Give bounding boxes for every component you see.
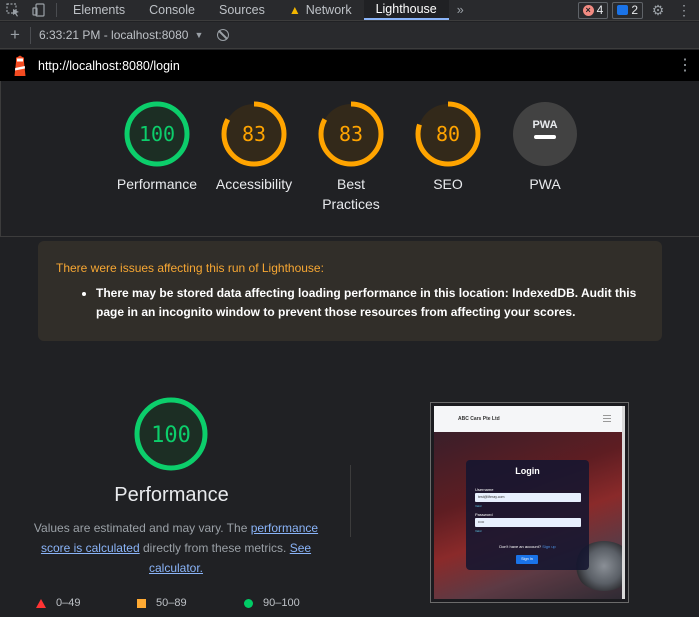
section-divider <box>350 465 351 537</box>
lighthouse-toolbar: + 6:33:21 PM - localhost:8080 ▼ <box>0 22 699 49</box>
message-icon <box>617 5 629 15</box>
pwa-badge-icon: PWA <box>513 102 577 166</box>
error-count: 4 <box>596 3 604 17</box>
tab-lighthouse[interactable]: Lighthouse <box>363 0 449 20</box>
lighthouse-logo-icon <box>10 55 30 77</box>
score-gauges-row: 100 Performance 83 Accessibility 83 Best… <box>0 81 699 237</box>
orange-square-icon <box>137 598 146 608</box>
gauge-label: Performance <box>116 176 198 192</box>
clear-reports-icon[interactable] <box>217 29 230 41</box>
more-tabs-chevron-icon[interactable]: » <box>449 0 472 20</box>
screenshot-password-input: ••••• <box>475 518 581 527</box>
tab-elements[interactable]: Elements <box>61 0 137 20</box>
error-icon: × <box>582 4 594 16</box>
report-selector-label: 6:33:21 PM - localhost:8080 <box>39 28 189 42</box>
tab-network[interactable]: ▲ Network <box>277 0 364 20</box>
message-count-badge[interactable]: 2 <box>612 1 643 19</box>
score-ring: 83 <box>221 101 287 167</box>
hamburger-icon <box>603 415 611 422</box>
green-circle-icon <box>244 598 253 608</box>
screenshot-username-input: test@liferay.com <box>475 493 581 502</box>
report-url-bar: http://localhost:8080/login ⋮ <box>0 50 699 81</box>
score-value: 83 <box>242 122 266 146</box>
run-warnings-box: There were issues affecting this run of … <box>38 241 662 341</box>
device-toolbar-icon[interactable] <box>26 0 52 20</box>
report-selector[interactable]: 6:33:21 PM - localhost:8080 ▼ <box>30 26 204 44</box>
gauge-accessibility[interactable]: 83 Accessibility <box>204 101 304 194</box>
score-value: 100 <box>139 122 175 146</box>
tab-label: Network <box>305 3 352 17</box>
score-ring: 100 <box>134 397 208 471</box>
score-ring: 80 <box>415 101 481 167</box>
screenshot-signup-prompt: Don't have an account? Sign up <box>466 544 589 549</box>
report-menu-icon[interactable]: ⋮ <box>677 57 693 73</box>
tab-label: Lighthouse <box>375 2 437 16</box>
devtools-tabbar: Elements Console Sources ▲ Network Lighth… <box>0 0 699 21</box>
screenshot-brand: ABC Cars Pte Ltd <box>458 416 500 422</box>
legend-average: 50–89 <box>137 597 187 609</box>
gear-icon[interactable]: ⚙ <box>647 2 669 19</box>
score-ring: 83 <box>318 101 384 167</box>
warning-list: There may be stored data affecting loadi… <box>56 284 644 322</box>
inspect-element-icon[interactable] <box>0 0 26 20</box>
warning-title: There were issues affecting this run of … <box>56 261 324 275</box>
tab-label: Sources <box>218 3 265 17</box>
dropdown-arrow-icon: ▼ <box>194 30 204 40</box>
legend-range: 90–100 <box>263 597 300 609</box>
gauge-label: SEO <box>433 176 463 192</box>
tab-console[interactable]: Console <box>137 0 207 20</box>
screenshot-username-help: Valid <box>475 504 482 508</box>
desc-text: Values are estimated and may vary. The <box>33 521 251 535</box>
toolbar-divider <box>56 3 57 17</box>
screenshot-password-help: Valid <box>475 529 482 533</box>
error-count-badge[interactable]: × 4 <box>577 1 609 19</box>
screenshot-scrollbar <box>622 406 625 599</box>
gauge-label: Accessibility <box>215 176 293 192</box>
warning-item: There may be stored data affecting loadi… <box>96 284 644 322</box>
legend-pass: 90–100 <box>244 597 300 609</box>
performance-title: Performance <box>114 484 229 506</box>
final-screenshot-thumbnail[interactable]: ABC Cars Pte Ltd Login Username test@lif… <box>430 402 629 603</box>
gauge-best-practices[interactable]: 83 Best Practices <box>301 101 401 214</box>
screenshot-signin-button: Sign In <box>516 555 538 564</box>
performance-large-gauge: 100 <box>134 397 208 476</box>
score-value: 80 <box>436 122 460 146</box>
tab-label: Elements <box>73 3 126 17</box>
kebab-menu-icon[interactable]: ⋮ <box>673 2 695 19</box>
screenshot-login-card: Login Username test@liferay.com Valid Pa… <box>466 460 589 570</box>
tab-sources[interactable]: Sources <box>207 0 277 20</box>
gauge-label: Best Practices <box>322 176 380 212</box>
report-url: http://localhost:8080/login <box>38 58 180 73</box>
score-ring: 100 <box>124 101 190 167</box>
screenshot-no-account: Don't have an account? <box>499 544 542 549</box>
screenshot-password-label: Password <box>475 512 493 517</box>
tab-label: Console <box>149 3 195 17</box>
legend-range: 0–49 <box>56 597 81 609</box>
legend-fail: 0–49 <box>36 597 80 609</box>
gauge-pwa[interactable]: PWA PWA <box>495 101 595 194</box>
desc-text: directly from these metrics. <box>139 541 290 555</box>
red-triangle-icon <box>36 598 46 608</box>
score-legend: 0–49 50–89 90–100 <box>0 597 350 613</box>
screenshot-image: ABC Cars Pte Ltd Login Username test@lif… <box>434 406 625 599</box>
pwa-badge-text: PWA <box>532 119 557 131</box>
new-report-plus-icon[interactable]: + <box>0 25 30 45</box>
screenshot-signup-link: Sign up <box>542 544 556 549</box>
score-value: 83 <box>339 122 363 146</box>
performance-score: 100 <box>151 423 191 448</box>
screenshot-login-title: Login <box>515 466 540 476</box>
screenshot-navbar: ABC Cars Pte Ltd <box>434 406 625 432</box>
gauge-seo[interactable]: 80 SEO <box>398 101 498 194</box>
message-count: 2 <box>631 3 638 17</box>
performance-description: Values are estimated and may vary. The p… <box>26 518 326 578</box>
screenshot-username-label: Username <box>475 487 494 492</box>
gauge-performance[interactable]: 100 Performance <box>107 101 207 194</box>
gauge-label: PWA <box>529 176 561 192</box>
legend-range: 50–89 <box>156 597 187 609</box>
warning-triangle-icon: ▲ <box>288 3 301 17</box>
